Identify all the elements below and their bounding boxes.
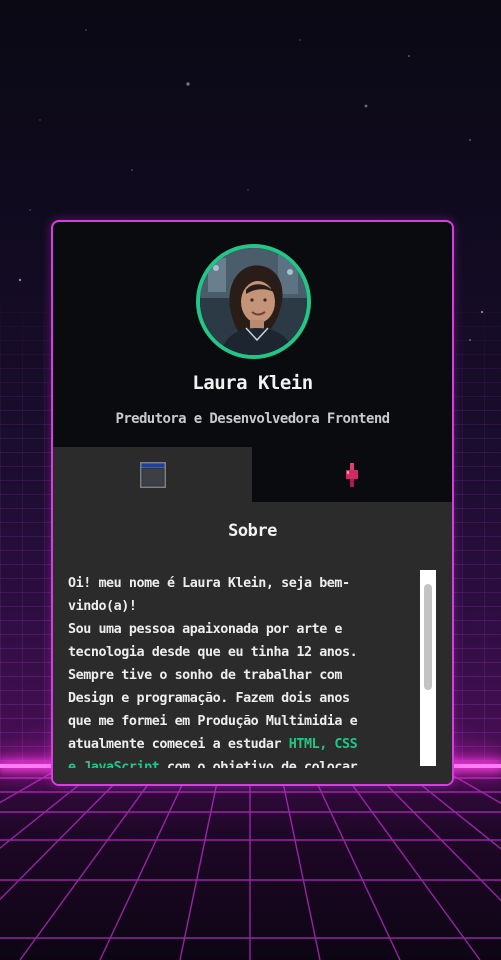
avatar	[196, 244, 311, 359]
bio-text[interactable]: Oi! meu nome é Laura Klein, seja bem- vi…	[68, 572, 416, 768]
bio-line: vindo(a)!	[68, 599, 137, 614]
bio-line: tecnologia desde que eu tinha 12 anos.	[68, 645, 358, 660]
profile-card: Laura Klein Predutora e Desenvolvedora F…	[51, 220, 454, 786]
bio-line: Design e programação. Fazem dois anos	[68, 691, 350, 706]
section-title: Sobre	[228, 521, 277, 541]
scrollbar-thumb[interactable]	[424, 584, 432, 690]
about-panel: Sobre Oi! meu nome é Laura Klein, seja b…	[53, 502, 452, 784]
bio-line: Oi! meu nome é Laura Klein, seja bem-	[68, 576, 350, 591]
profile-role: Predutora e Desenvolvedora Frontend	[115, 411, 390, 427]
browser-window-icon	[139, 461, 166, 488]
scrollbar[interactable]	[420, 570, 436, 766]
hand-touch-icon	[346, 462, 358, 487]
bio-line: que me formei em Produção Multimidia e	[68, 714, 358, 729]
tab-about[interactable]	[53, 447, 252, 502]
bio-highlight: HTML, CSS	[288, 737, 358, 752]
bio-highlight: e JavaScript	[68, 760, 160, 768]
bio-line: Sempre tive o sonho de trabalhar com	[68, 668, 343, 683]
bio-line: com o objetivo de colocar	[159, 760, 358, 768]
grid-floor	[0, 768, 501, 960]
bio-line: atualmente comecei a estudar	[68, 737, 289, 752]
tab-bar	[53, 447, 452, 502]
profile-name: Laura Klein	[192, 372, 313, 394]
tab-skills[interactable]	[252, 447, 452, 502]
profile-photo	[200, 248, 307, 355]
bio-line: Sou uma pessoa apaixonada por arte e	[68, 622, 343, 637]
